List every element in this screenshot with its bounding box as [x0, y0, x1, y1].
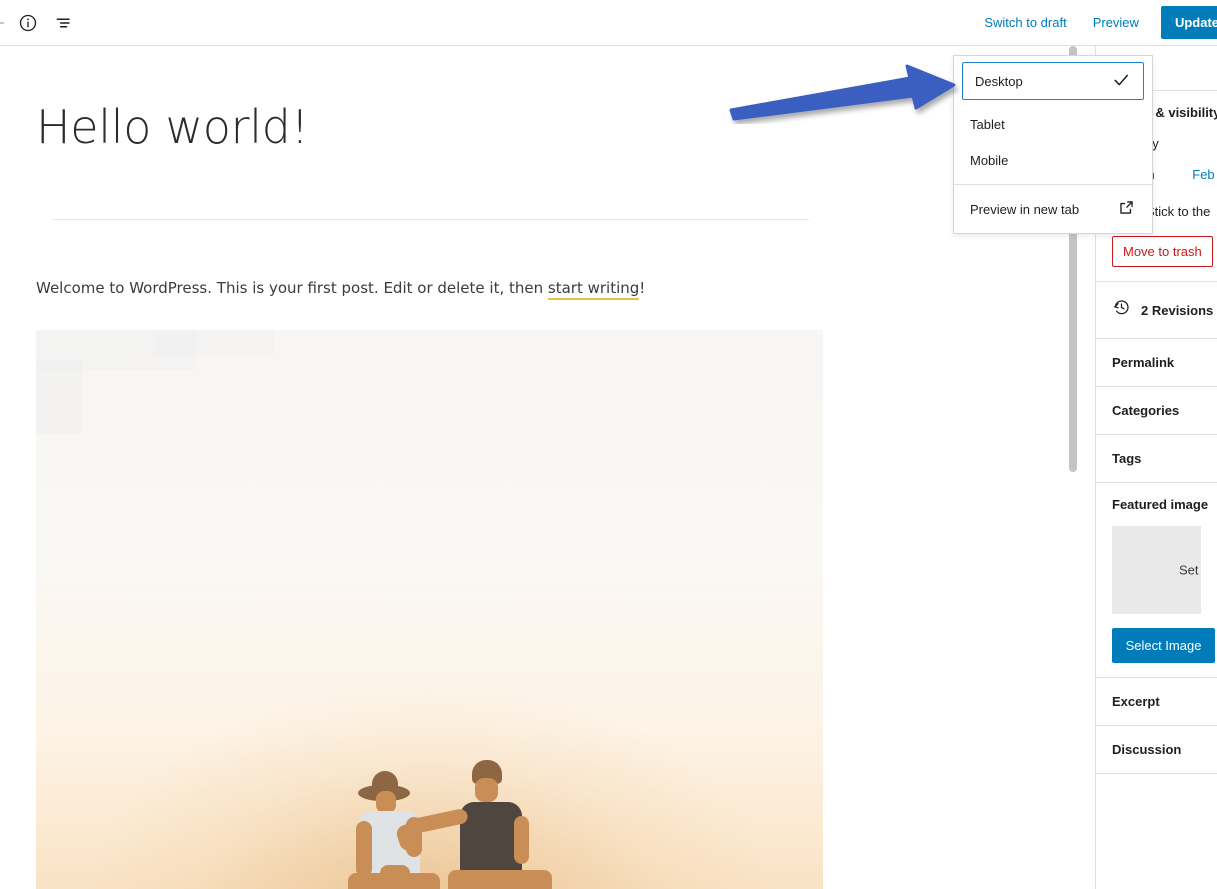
excerpt-panel[interactable]: Excerpt — [1096, 678, 1217, 726]
post-image-block[interactable] — [36, 330, 823, 889]
preview-option-tablet[interactable]: Tablet — [954, 106, 1152, 142]
preview-option-desktop-label: Desktop — [975, 74, 1023, 89]
preview-option-mobile-label: Mobile — [970, 153, 1008, 168]
paragraph-text-after: ! — [639, 279, 645, 297]
post-title[interactable]: Hello world! — [36, 102, 826, 153]
editor-toolbar: Switch to draft Preview Update — [0, 0, 1217, 46]
post-image — [36, 330, 823, 889]
publish-date-value[interactable]: Feb — [1192, 167, 1214, 182]
select-image-button[interactable]: Select Image — [1112, 628, 1215, 663]
info-circle-icon[interactable] — [10, 5, 46, 41]
revision-history-icon — [1112, 298, 1131, 322]
post-paragraph-block[interactable]: Welcome to WordPress. This is your first… — [36, 276, 826, 300]
featured-image-placeholder[interactable]: Set fea — [1112, 526, 1201, 614]
checkmark-icon — [1111, 70, 1131, 93]
preview-option-desktop[interactable]: Desktop — [962, 62, 1144, 100]
permalink-panel[interactable]: Permalink — [1096, 339, 1217, 387]
preview-button[interactable]: Preview — [1081, 7, 1151, 38]
start-writing-link[interactable]: start writing — [548, 279, 639, 300]
editor-canvas[interactable]: Hello world! Welcome to WordPress. This … — [0, 46, 1080, 889]
preview-in-new-tab-label: Preview in new tab — [970, 202, 1079, 217]
title-separator — [52, 219, 809, 220]
set-featured-image-text: Set fea — [1179, 563, 1201, 578]
tags-panel[interactable]: Tags — [1096, 435, 1217, 483]
toolbar-edge-stub — [0, 22, 4, 24]
move-to-trash-button[interactable]: Move to trash — [1112, 236, 1213, 267]
wordpress-block-editor: Switch to draft Preview Update Hello wor… — [0, 0, 1217, 889]
discussion-label: Discussion — [1112, 742, 1181, 757]
preview-option-mobile[interactable]: Mobile — [954, 142, 1152, 178]
discussion-panel[interactable]: Discussion — [1096, 726, 1217, 774]
categories-panel[interactable]: Categories — [1096, 387, 1217, 435]
boat-deck — [291, 863, 691, 889]
categories-label: Categories — [1112, 403, 1179, 418]
featured-image-heading: Featured image — [1112, 497, 1201, 512]
update-button[interactable]: Update — [1161, 6, 1217, 39]
preview-in-new-tab-item[interactable]: Preview in new tab — [954, 185, 1152, 233]
right-pointing-arrow — [726, 62, 962, 124]
sticky-label: Stick to the — [1146, 204, 1210, 219]
revisions-label: 2 Revisions — [1141, 303, 1213, 318]
toolbar-left-group — [0, 5, 82, 41]
revisions-panel[interactable]: 2 Revisions — [1096, 282, 1217, 339]
external-link-icon — [1117, 198, 1136, 220]
permalink-label: Permalink — [1112, 355, 1174, 370]
document-outline-icon[interactable] — [46, 5, 82, 41]
toolbar-right-group: Switch to draft Preview Update — [972, 0, 1217, 45]
excerpt-label: Excerpt — [1112, 694, 1160, 709]
preview-dropdown-menu: Desktop Tablet Mobile Preview in new tab — [953, 55, 1153, 234]
preview-option-tablet-label: Tablet — [970, 117, 1005, 132]
tags-label: Tags — [1112, 451, 1141, 466]
paragraph-text-before: Welcome to WordPress. This is your first… — [36, 279, 548, 297]
featured-image-panel: Featured image Set fea Select Image — [1096, 483, 1217, 678]
switch-to-draft-button[interactable]: Switch to draft — [972, 7, 1080, 38]
